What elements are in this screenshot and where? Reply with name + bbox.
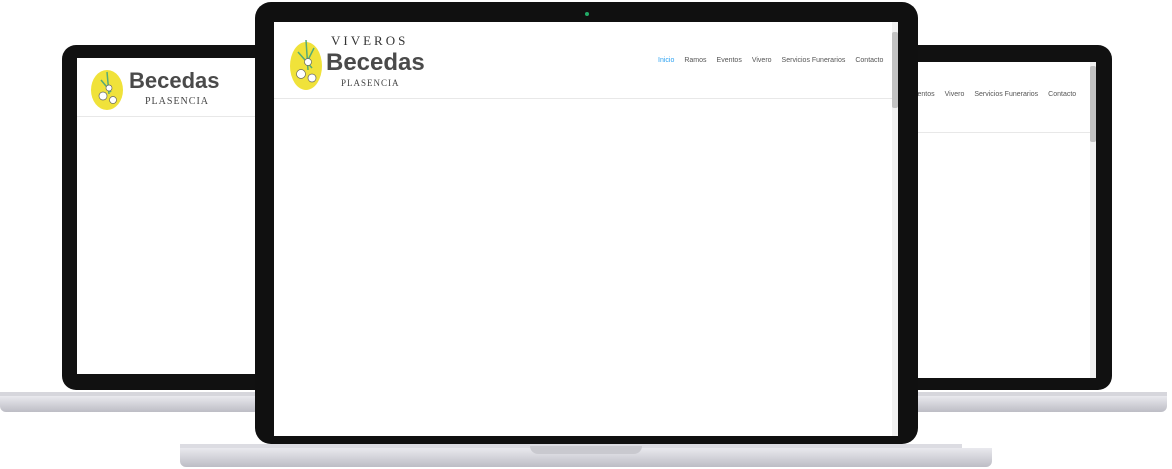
- left-brand-main: Becedas: [129, 68, 220, 93]
- site-logo[interactable]: [288, 30, 326, 92]
- center-laptop-screen: VIVEROS Becedas PLASENCIA Inicio Ramos E…: [274, 22, 898, 436]
- left-laptop-base: [0, 396, 260, 412]
- right-laptop-screen: ventos Vivero Servicios Funerarios Conta…: [900, 62, 1096, 378]
- camera-icon: [585, 12, 589, 16]
- nav-item-ramos[interactable]: Ramos: [684, 57, 706, 64]
- center-scroll-thumb[interactable]: [892, 32, 898, 108]
- nav-item-vivero[interactable]: Vivero: [752, 57, 772, 64]
- site-header: VIVEROS Becedas PLASENCIA Inicio Ramos E…: [274, 22, 898, 99]
- nav-item-servicios-funerarios[interactable]: Servicios Funerarios: [782, 57, 846, 64]
- right-site-header: ventos Vivero Servicios Funerarios Conta…: [900, 62, 1096, 133]
- center-laptop-notch: [530, 446, 642, 454]
- nav-item-inicio[interactable]: Inicio: [658, 57, 674, 64]
- main-nav: Inicio Ramos Eventos Vivero Servicios Fu…: [658, 57, 893, 64]
- nav-item-eventos[interactable]: Eventos: [717, 57, 742, 64]
- right-nav-item-contacto[interactable]: Contacto: [1048, 91, 1076, 98]
- nav-item-contacto[interactable]: Contacto: [855, 57, 883, 64]
- left-brand-sub: PLASENCIA: [145, 96, 210, 107]
- brand-sub: PLASENCIA: [341, 78, 400, 88]
- right-scrollbar[interactable]: [1090, 62, 1096, 378]
- center-scrollbar[interactable]: [892, 22, 898, 436]
- right-nav-item-vivero[interactable]: Vivero: [945, 91, 965, 98]
- flower-logo-icon: [91, 70, 123, 110]
- brand-main: Becedas: [326, 49, 425, 76]
- flower-logo-icon: [290, 39, 322, 90]
- right-nav-item-servicios[interactable]: Servicios Funerarios: [974, 91, 1038, 98]
- right-scroll-thumb[interactable]: [1090, 66, 1096, 142]
- right-nav: ventos Vivero Servicios Funerarios Conta…: [914, 91, 1086, 98]
- brand-top: VIVEROS: [331, 33, 409, 48]
- left-logo: [89, 64, 129, 112]
- right-laptop-base: [905, 396, 1167, 412]
